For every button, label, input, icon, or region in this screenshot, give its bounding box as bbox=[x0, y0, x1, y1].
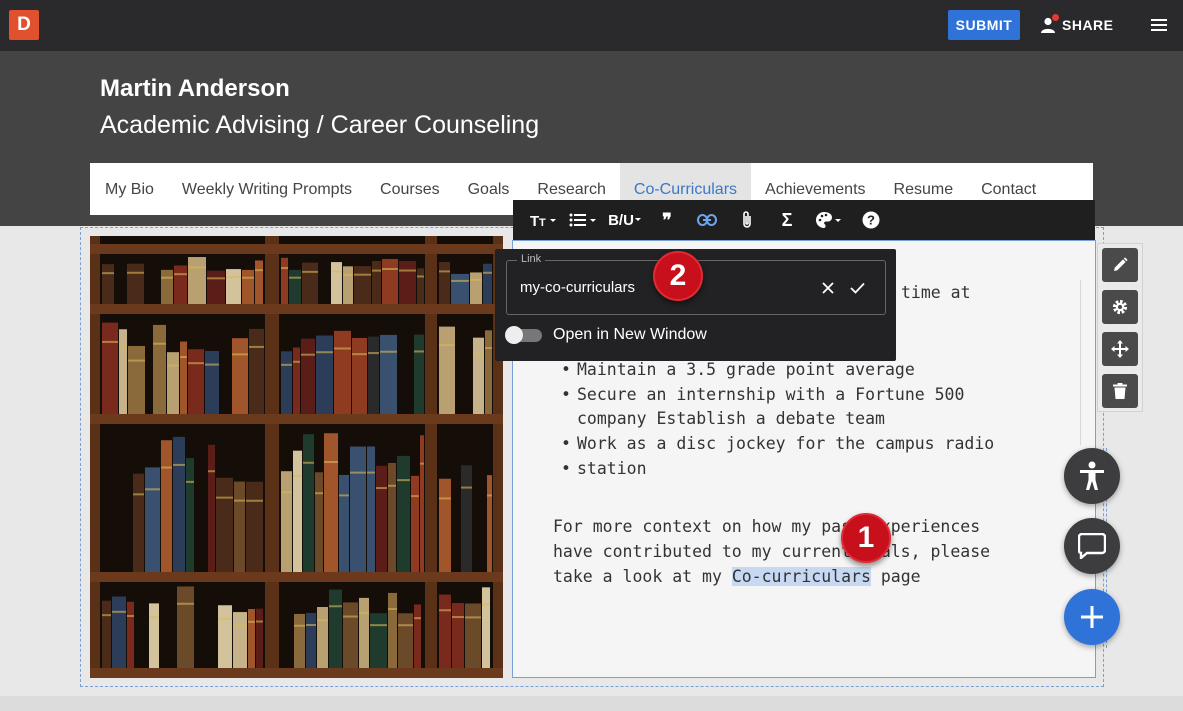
svg-text:?: ? bbox=[867, 213, 875, 228]
list-item: station bbox=[561, 457, 994, 482]
accessibility-icon bbox=[1080, 461, 1104, 490]
selected-link-text[interactable]: Co-curriculars bbox=[731, 567, 871, 586]
goal-list: Maintain a 3.5 grade point average Secur… bbox=[561, 358, 994, 482]
block-tools bbox=[1097, 243, 1143, 412]
add-button[interactable] bbox=[1064, 589, 1120, 645]
svg-text:T: T bbox=[530, 213, 539, 228]
chat-icon bbox=[1078, 533, 1106, 559]
chat-button[interactable] bbox=[1064, 518, 1120, 574]
hamburger-menu-icon[interactable] bbox=[1147, 13, 1171, 37]
portfolio-owner-name: Martin Anderson bbox=[100, 75, 290, 102]
paragraph-text-end: page bbox=[870, 567, 921, 586]
top-bar: D SUBMIT SHARE bbox=[0, 0, 1183, 51]
nav-item-weekly-writing-prompts[interactable]: Weekly Writing Prompts bbox=[168, 163, 366, 215]
open-new-window-toggle[interactable] bbox=[505, 326, 542, 344]
person-icon bbox=[1040, 14, 1059, 33]
accessibility-button[interactable] bbox=[1064, 448, 1120, 504]
settings-gear-icon[interactable] bbox=[1102, 290, 1138, 324]
clear-icon[interactable] bbox=[822, 281, 834, 299]
svg-text:T: T bbox=[539, 217, 546, 228]
portfolio-subtitle: Academic Advising / Career Counseling bbox=[100, 111, 540, 139]
confirm-check-icon[interactable] bbox=[850, 281, 865, 299]
attachment-icon[interactable] bbox=[727, 200, 767, 240]
editor-toolbar: TT B/U ❞ Σ ? bbox=[513, 200, 1095, 240]
help-icon[interactable]: ? bbox=[851, 200, 891, 240]
move-arrows-icon[interactable] bbox=[1102, 332, 1138, 366]
delete-trash-icon[interactable] bbox=[1102, 374, 1138, 408]
link-icon[interactable] bbox=[687, 200, 727, 240]
share-button[interactable]: SHARE bbox=[1040, 10, 1114, 40]
quote-icon[interactable]: ❞ bbox=[647, 200, 687, 240]
nav-item-my-bio[interactable]: My Bio bbox=[90, 163, 168, 215]
link-field-label: Link bbox=[517, 253, 546, 265]
page-bottom bbox=[0, 696, 1183, 711]
text-size-icon[interactable]: TT bbox=[523, 200, 563, 240]
callout-badge-2: 2 bbox=[653, 251, 703, 301]
text-fragment: time at bbox=[901, 283, 971, 302]
palette-icon[interactable] bbox=[807, 200, 851, 240]
app-logo[interactable]: D bbox=[9, 10, 39, 40]
open-new-window-label: Open in New Window bbox=[553, 326, 707, 343]
list-item: Secure an internship with a Fortune 500c… bbox=[561, 383, 991, 432]
nav-item-courses[interactable]: Courses bbox=[366, 163, 454, 215]
bold-underline-icon[interactable]: B/U bbox=[603, 200, 647, 240]
share-label: SHARE bbox=[1062, 17, 1114, 33]
list-item: Work as a disc jockey for the campus rad… bbox=[561, 432, 994, 457]
callout-badge-1: 1 bbox=[841, 513, 891, 563]
plus-icon bbox=[1081, 606, 1103, 628]
sigma-icon[interactable]: Σ bbox=[767, 200, 807, 240]
list-icon[interactable] bbox=[563, 200, 603, 240]
toggle-knob bbox=[505, 326, 523, 344]
submit-button[interactable]: SUBMIT bbox=[948, 10, 1020, 40]
text-scrollbar[interactable] bbox=[1080, 280, 1081, 445]
bookshelf-image[interactable] bbox=[90, 236, 503, 678]
edit-pencil-icon[interactable] bbox=[1102, 248, 1138, 282]
notification-dot bbox=[1052, 14, 1059, 21]
list-item: Maintain a 3.5 grade point average bbox=[561, 358, 994, 383]
link-input-value[interactable]: my-co-curriculars bbox=[520, 279, 635, 296]
context-paragraph[interactable]: For more context on how my past experien… bbox=[553, 514, 1023, 589]
